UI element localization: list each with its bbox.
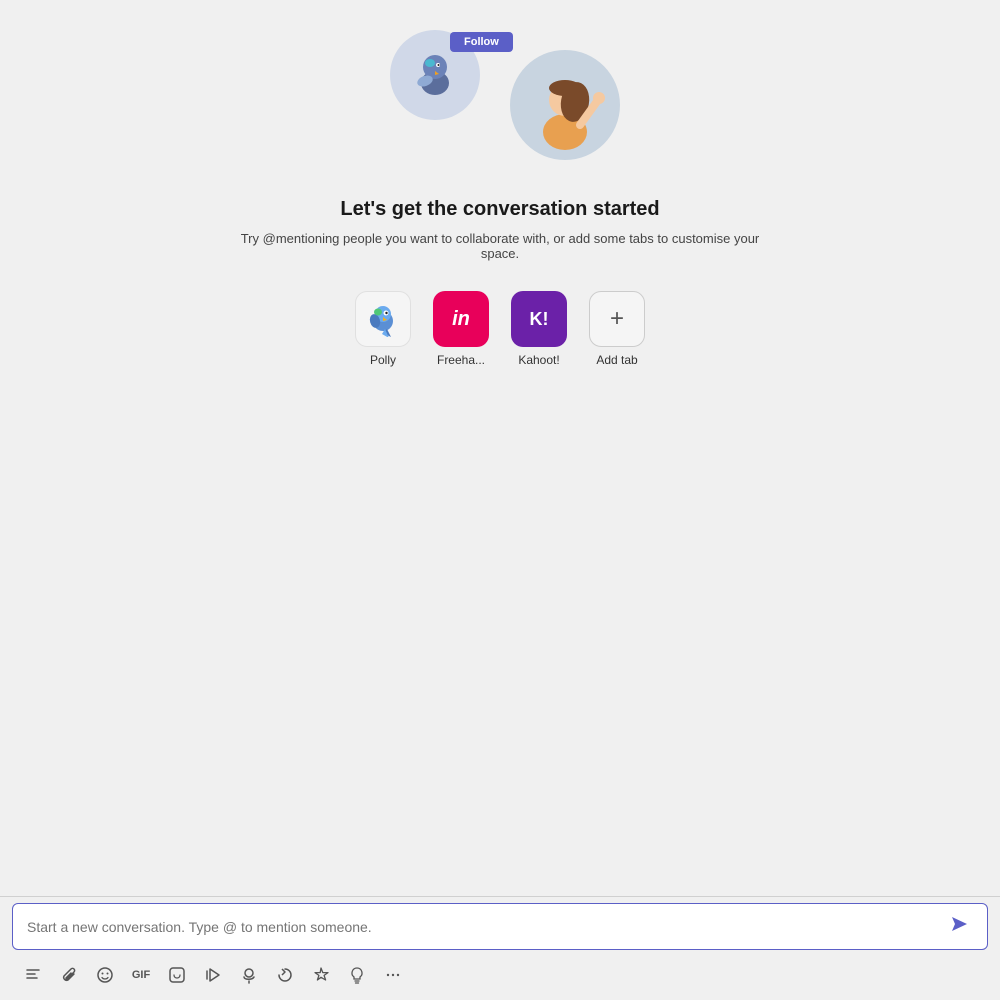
loop-button[interactable]	[196, 958, 230, 992]
add-tab-icon-box: +	[589, 291, 645, 347]
tab-polly[interactable]: Polly	[348, 291, 418, 367]
toolbar-row: GIF	[0, 954, 1000, 1000]
person-avatar	[510, 50, 620, 160]
loop2-button[interactable]	[268, 958, 302, 992]
emoji-button[interactable]	[88, 958, 122, 992]
follow-button[interactable]: Follow	[450, 32, 513, 52]
idea-button[interactable]	[340, 958, 374, 992]
tab-add[interactable]: + Add tab	[582, 291, 652, 367]
tabs-row: Polly in Freeha... K! Kahoot! + Add tab	[348, 291, 652, 367]
sticker-button[interactable]	[160, 958, 194, 992]
gif-button[interactable]: GIF	[124, 958, 158, 992]
input-row	[12, 903, 988, 950]
add-tab-label: Add tab	[596, 353, 637, 367]
praise-button[interactable]	[304, 958, 338, 992]
freehand-logo: in	[452, 308, 470, 331]
attach-button[interactable]	[52, 958, 86, 992]
freehand-icon-box: in	[433, 291, 489, 347]
kahoot-logo: K!	[530, 309, 549, 330]
kahoot-icon-box: K!	[511, 291, 567, 347]
main-content: Follow	[0, 0, 1000, 896]
bottom-bar: GIF	[0, 896, 1000, 1000]
record-button[interactable]	[232, 958, 266, 992]
polly-label: Polly	[370, 353, 396, 367]
send-button[interactable]	[945, 914, 973, 939]
plus-icon: +	[610, 305, 624, 333]
gif-label: GIF	[132, 969, 150, 981]
kahoot-label: Kahoot!	[518, 353, 559, 367]
more-button[interactable]	[376, 958, 410, 992]
message-input[interactable]	[27, 919, 945, 935]
tab-freehand[interactable]: in Freeha...	[426, 291, 496, 367]
heading: Let's get the conversation started	[340, 198, 659, 221]
subtext: Try @mentioning people you want to colla…	[240, 231, 760, 261]
polly-icon-box	[355, 291, 411, 347]
format-button[interactable]	[16, 958, 50, 992]
freehand-label: Freeha...	[437, 353, 485, 367]
tab-kahoot[interactable]: K! Kahoot!	[504, 291, 574, 367]
illustration: Follow	[370, 30, 630, 180]
